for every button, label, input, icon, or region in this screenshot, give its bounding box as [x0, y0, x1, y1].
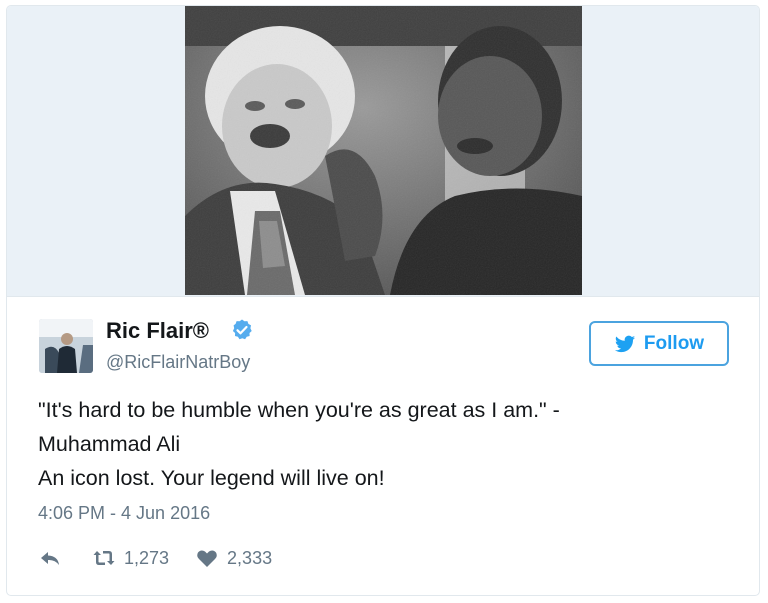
user-handle[interactable]: @RicFlairNatrBoy	[106, 352, 250, 373]
tweet-text-line: Muhammad Ali	[38, 432, 181, 456]
verified-badge-icon	[232, 319, 252, 340]
avatar-image	[39, 319, 93, 373]
tweet-actions: 1,273 2,333	[38, 543, 272, 573]
retweet-icon	[93, 551, 115, 565]
retweet-count: 1,273	[124, 547, 170, 568]
tweet-text-line: "It's hard to be humble when you're as g…	[38, 398, 560, 422]
tweet-text: "It's hard to be humble when you're as g…	[38, 393, 728, 495]
like-count: 2,333	[227, 547, 273, 568]
tweet-photo[interactable]	[185, 6, 582, 295]
like-button[interactable]: 2,333	[195, 546, 272, 570]
follow-label: Follow	[643, 332, 705, 354]
photo-illustration	[185, 6, 582, 295]
reply-icon	[41, 552, 59, 565]
tweet-card: Ric Flair® @RicFlairNatrBoy Follow "It's…	[6, 5, 760, 596]
tweet-media	[7, 6, 759, 297]
tweet-text-line: An icon lost. Your legend will live on!	[38, 466, 385, 490]
avatar[interactable]	[39, 319, 93, 373]
tweet-timestamp[interactable]: 4:06 PM - 4 Jun 2016	[38, 503, 210, 524]
retweet-button[interactable]: 1,273	[92, 546, 169, 570]
follow-button[interactable]: Follow	[589, 321, 729, 366]
twitter-bird-icon	[614, 335, 636, 352]
reply-button[interactable]	[38, 546, 62, 570]
display-name[interactable]: Ric Flair®	[106, 318, 209, 344]
heart-icon	[197, 550, 217, 567]
